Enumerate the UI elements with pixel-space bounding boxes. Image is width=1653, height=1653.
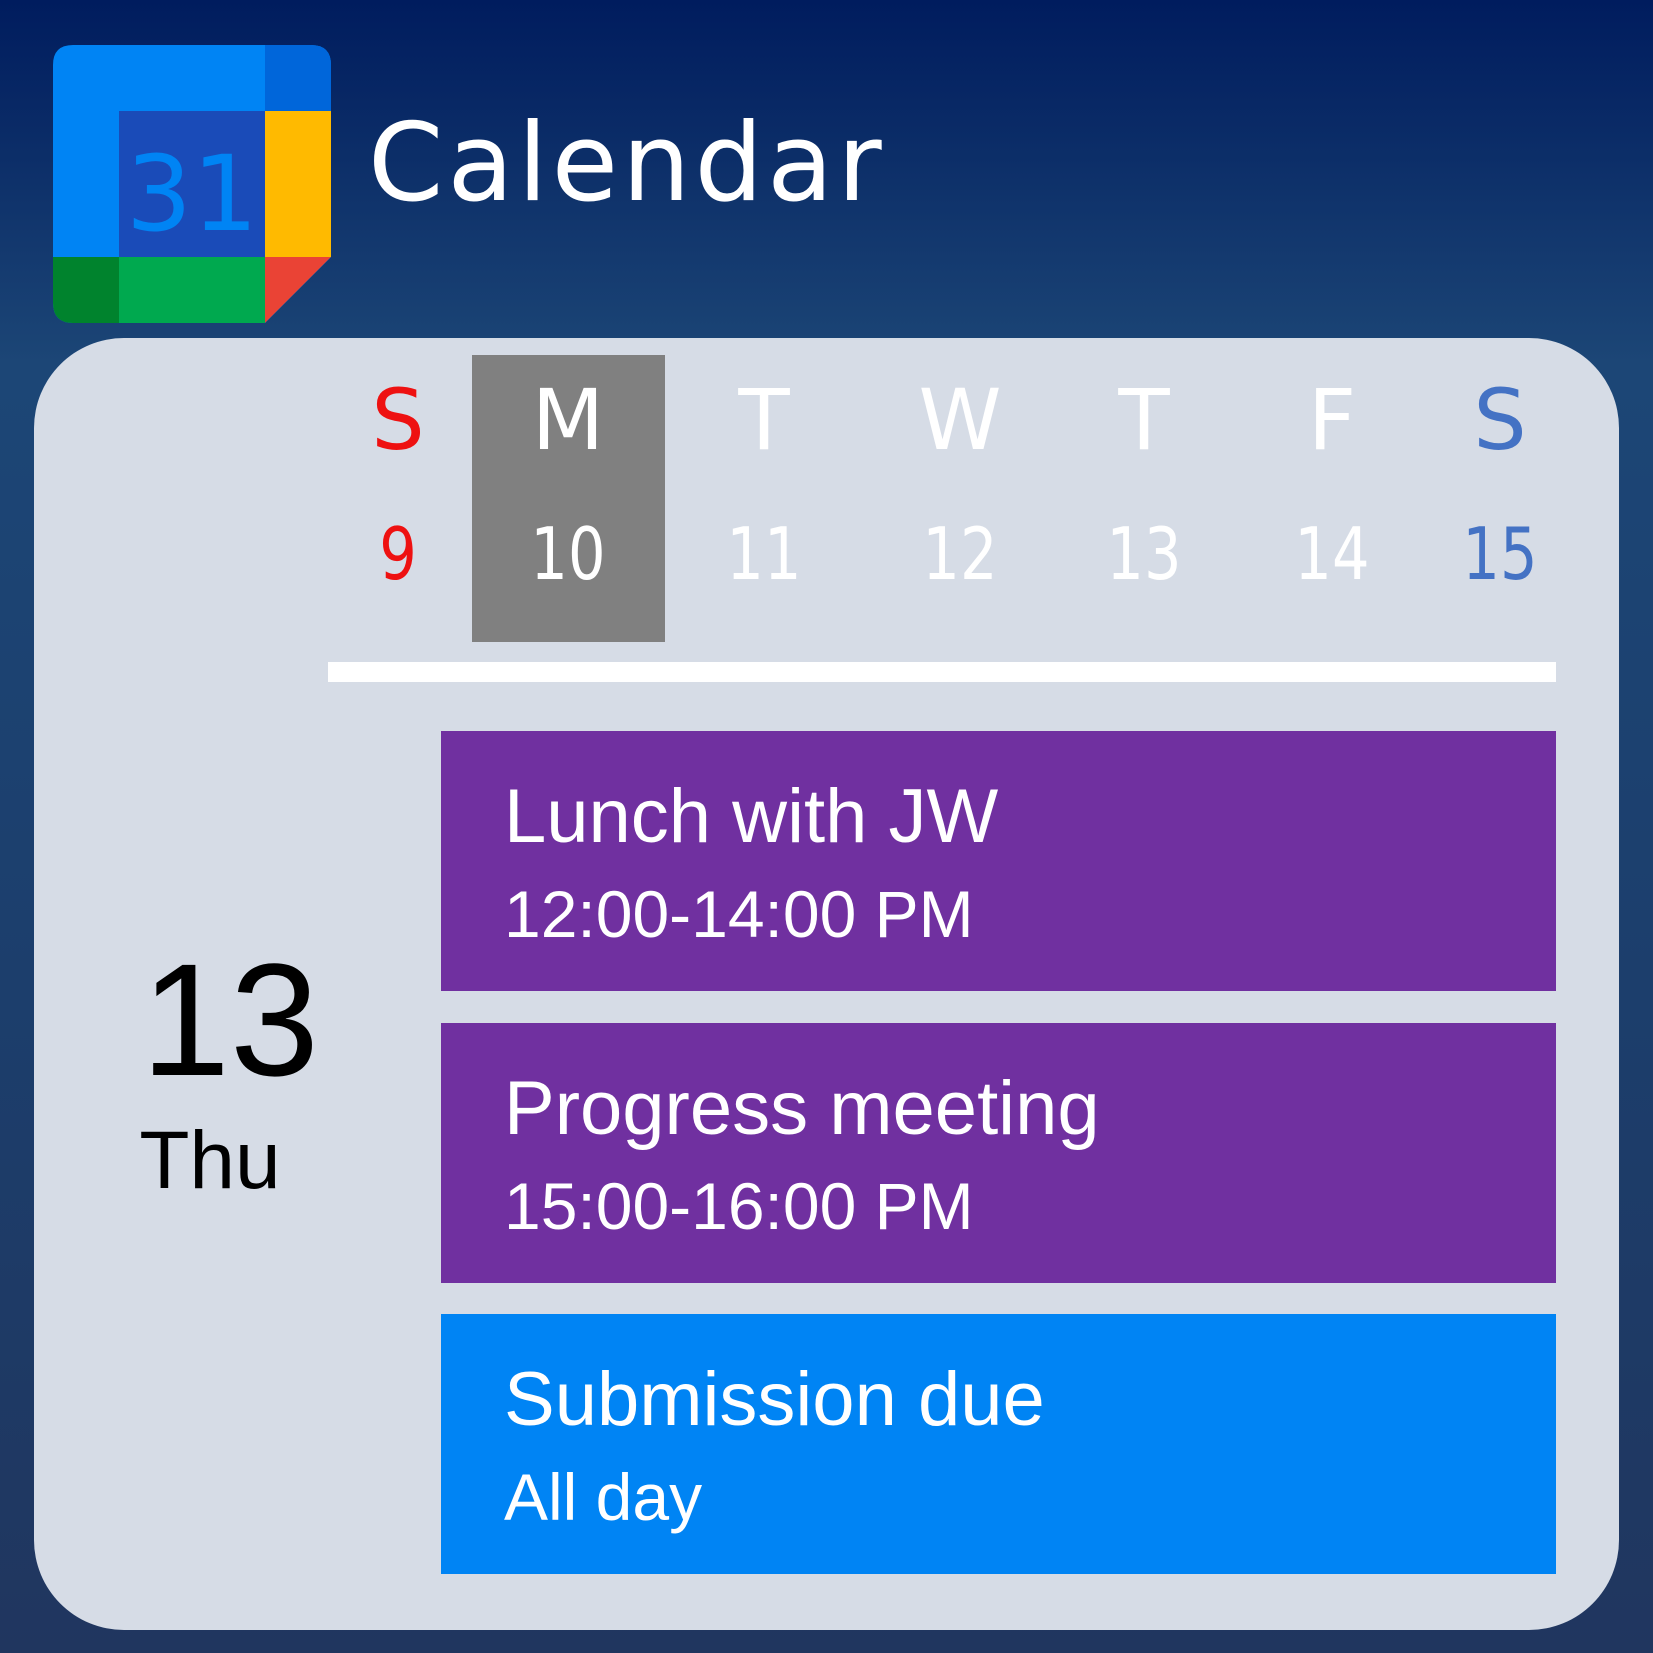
event-title: Lunch with JW xyxy=(504,774,999,859)
day-number: 9 xyxy=(379,512,417,596)
icon-number: 31 xyxy=(126,133,258,255)
day-letter: S xyxy=(1473,371,1527,469)
day-number: 14 xyxy=(1294,512,1370,596)
event-title: Progress meeting xyxy=(504,1066,1100,1151)
app-title: Calendar xyxy=(368,101,886,226)
day-letter: F xyxy=(1307,371,1357,469)
day-letter: W xyxy=(918,371,1002,469)
google-calendar-icon[interactable]: 31 xyxy=(53,45,331,323)
event-card[interactable]: Progress meeting 15:00-16:00 PM xyxy=(441,1023,1556,1283)
day-number: 10 xyxy=(530,512,606,596)
day-letter: T xyxy=(1118,371,1170,469)
selected-weekday: Thu xyxy=(139,1115,281,1206)
day-letter: T xyxy=(738,371,790,469)
day-number: 15 xyxy=(1462,512,1538,596)
day-number: 11 xyxy=(726,512,802,596)
day-number: 12 xyxy=(922,512,998,596)
day-letter: M xyxy=(531,371,605,469)
event-time: 12:00-14:00 PM xyxy=(504,877,974,951)
day-letter: S xyxy=(371,371,425,469)
week-divider xyxy=(328,662,1556,682)
day-number: 13 xyxy=(1106,512,1182,596)
event-title: Submission due xyxy=(504,1357,1045,1442)
event-time: All day xyxy=(504,1460,703,1534)
event-card[interactable]: Lunch with JW 12:00-14:00 PM xyxy=(441,731,1556,991)
event-card[interactable]: Submission due All day xyxy=(441,1314,1556,1574)
selected-date: 13 xyxy=(141,930,319,1109)
event-time: 15:00-16:00 PM xyxy=(504,1169,974,1243)
